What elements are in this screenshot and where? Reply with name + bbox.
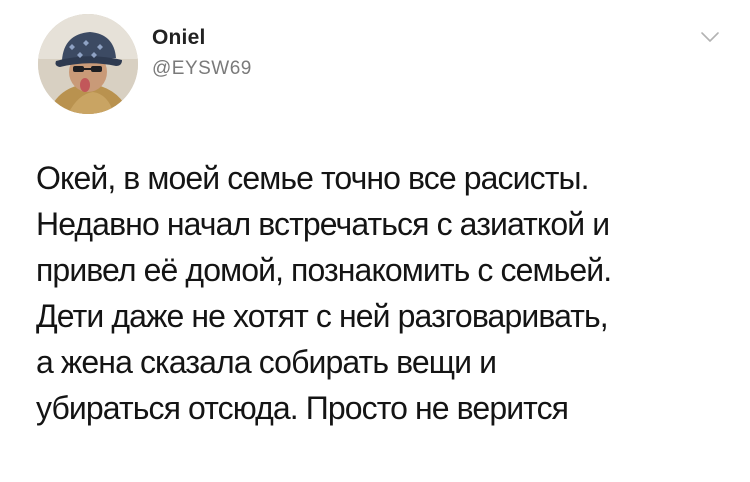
chevron-down-icon[interactable] bbox=[700, 30, 720, 44]
tweet-line: Окей, в моей семье точно все расисты. bbox=[36, 160, 589, 196]
avatar[interactable] bbox=[38, 14, 138, 114]
tweet-card: Oniel @EYSW69 Окей, в моей семье точно в… bbox=[0, 0, 750, 482]
user-handle[interactable]: @EYSW69 bbox=[152, 58, 252, 80]
user-avatar-photo-icon bbox=[38, 14, 138, 114]
tweet-line: Недавно начал встречаться с азиаткой и bbox=[36, 206, 610, 242]
tweet-line: привел её домой, познакомить с семьей. bbox=[36, 252, 612, 288]
tweet-text: Окей, в моей семье точно все расисты. Не… bbox=[36, 155, 746, 431]
display-name[interactable]: Oniel bbox=[152, 26, 206, 50]
tweet-line: Дети даже не хотят с ней разговаривать, bbox=[36, 298, 609, 334]
tweet-line: убираться отсюда. Просто не верится bbox=[36, 390, 569, 426]
tweet-line: а жена сказала собирать вещи и bbox=[36, 344, 497, 380]
